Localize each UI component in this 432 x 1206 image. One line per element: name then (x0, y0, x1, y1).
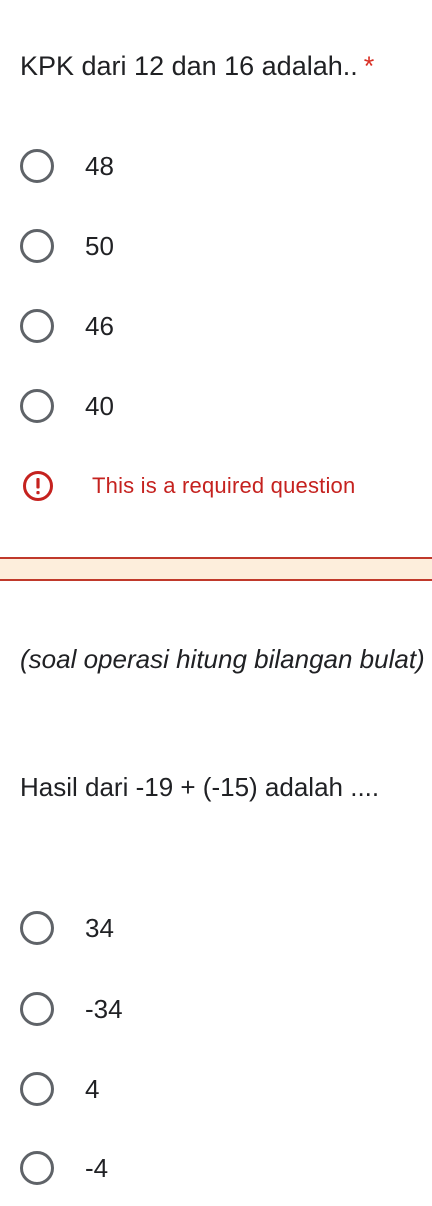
section-divider (0, 557, 432, 581)
radio-button-icon[interactable] (20, 1151, 54, 1185)
q2-option-4[interactable]: -4 (20, 1148, 108, 1188)
exclamation-circle-icon (23, 471, 53, 501)
question-1-title: KPK dari 12 dan 16 adalah.. * (20, 48, 432, 84)
form-page: KPK dari 12 dan 16 adalah.. * 48 50 46 40… (0, 0, 432, 1206)
required-error-message: This is a required question (22, 470, 355, 502)
q2-option-label: 4 (85, 1074, 100, 1104)
required-asterisk: * (363, 51, 375, 81)
q2-option-1[interactable]: 34 (20, 908, 114, 948)
radio-button-icon[interactable] (20, 149, 54, 183)
radio-button-icon[interactable] (20, 911, 54, 945)
q1-option-1[interactable]: 48 (20, 146, 114, 186)
error-text: This is a required question (92, 473, 356, 498)
question-2-note: (soal operasi hitung bilangan bulat) (20, 644, 425, 674)
q2-option-3[interactable]: 4 (20, 1069, 99, 1109)
question-1-title-text: KPK dari 12 dan 16 adalah.. (20, 51, 358, 81)
radio-button-icon[interactable] (20, 389, 54, 423)
radio-button-icon[interactable] (20, 1072, 54, 1106)
q1-option-3[interactable]: 46 (20, 306, 114, 346)
q1-option-2[interactable]: 50 (20, 226, 114, 266)
q1-option-label: 40 (85, 391, 114, 421)
radio-button-icon[interactable] (20, 992, 54, 1026)
q2-option-label: -34 (85, 994, 123, 1024)
q1-option-label: 50 (85, 231, 114, 261)
q1-option-label: 48 (85, 151, 114, 181)
q2-option-label: -4 (85, 1153, 109, 1183)
radio-button-icon[interactable] (20, 309, 54, 343)
q1-option-label: 46 (85, 311, 114, 341)
q2-option-2[interactable]: -34 (20, 989, 123, 1029)
question-2-title: Hasil dari -19 + (-15) adalah .... (20, 772, 380, 802)
q1-option-4[interactable]: 40 (20, 386, 114, 426)
radio-button-icon[interactable] (20, 229, 54, 263)
q2-option-label: 34 (85, 913, 114, 943)
